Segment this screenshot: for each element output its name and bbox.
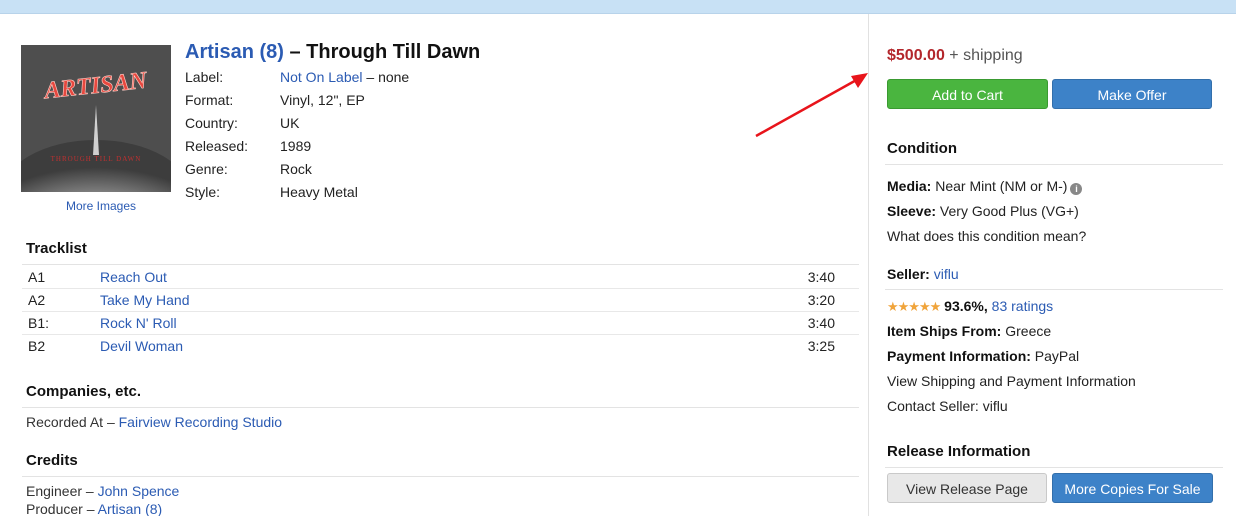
rating-stars-icon: ★★★★★ xyxy=(887,299,941,314)
track-title-link[interactable]: Rock N' Roll xyxy=(100,312,177,334)
album-cover-image[interactable]: ARTISAN THROUGH TILL DAWN xyxy=(21,45,171,192)
track-title-link[interactable]: Reach Out xyxy=(100,266,167,288)
profile-key: Label: xyxy=(185,69,224,85)
seller-label: Seller: xyxy=(887,266,930,282)
track-row: B1: Rock N' Roll 3:40 xyxy=(22,312,859,335)
track-row: B2 Devil Woman 3:25 xyxy=(22,335,859,358)
view-release-page-button[interactable]: View Release Page xyxy=(887,473,1047,503)
label-catno: – none xyxy=(362,69,410,85)
sleeve-condition: Sleeve: Very Good Plus (VG+) xyxy=(887,203,1079,219)
artist-link[interactable]: Artisan (8) xyxy=(185,41,284,63)
profile-key: Country: xyxy=(185,115,238,131)
track-position: B1: xyxy=(28,315,50,331)
add-to-cart-button[interactable]: Add to Cart xyxy=(887,79,1048,109)
profile-value: Rock xyxy=(280,161,312,177)
company-link[interactable]: Fairview Recording Studio xyxy=(119,414,282,430)
item-price: $500.00 xyxy=(887,47,945,64)
payment-label: Payment Information: xyxy=(887,348,1031,364)
track-title-link[interactable]: Devil Woman xyxy=(100,335,183,357)
media-label: Media: xyxy=(887,178,932,194)
release-main: ARTISAN THROUGH TILL DAWN More Images Ar… xyxy=(0,14,868,516)
profile-value: Not On Label – none xyxy=(280,68,409,86)
info-icon[interactable]: i xyxy=(1070,183,1083,195)
profile-key: Genre: xyxy=(185,161,228,177)
track-position: A1 xyxy=(28,269,46,285)
shipping-note: + shipping xyxy=(944,47,1023,64)
credit-item: Engineer – John Spence xyxy=(26,483,179,499)
credit-name-link[interactable]: Artisan (8) xyxy=(98,501,163,516)
track-duration: 3:20 xyxy=(807,292,835,308)
track-duration: 3:25 xyxy=(807,338,835,354)
release-info-heading: Release Information xyxy=(887,443,1031,460)
companies-heading: Companies, etc. xyxy=(26,383,142,400)
title-separator: – xyxy=(283,41,307,63)
credit-role: Engineer – xyxy=(26,483,98,499)
release-name: Through Till Dawn xyxy=(306,41,481,63)
top-bar xyxy=(0,0,1236,14)
seller-line: Seller: viflu xyxy=(887,266,959,282)
company-role: Recorded At – xyxy=(26,414,119,430)
track-duration: 3:40 xyxy=(807,315,835,331)
credit-name-link[interactable]: John Spence xyxy=(98,483,180,499)
divider xyxy=(885,164,1223,165)
ratings-count-link[interactable]: 83 ratings xyxy=(992,298,1053,314)
divider xyxy=(885,289,1223,290)
release-title: Artisan (8) – Through Till Dawn xyxy=(185,41,480,64)
profile-value: Heavy Metal xyxy=(280,184,358,200)
marketplace-sidebar: $500.00 + shipping Add to Cart Make Offe… xyxy=(868,14,1236,516)
profile-value: 1989 xyxy=(280,138,312,154)
track-title-link[interactable]: Take My Hand xyxy=(100,289,189,311)
track-position: B2 xyxy=(28,338,46,354)
more-images-link[interactable]: More Images xyxy=(21,199,181,213)
make-offer-button[interactable]: Make Offer xyxy=(1052,79,1212,109)
divider xyxy=(885,467,1223,468)
cover-caption-text: THROUGH TILL DAWN xyxy=(51,155,142,163)
condition-help-link[interactable]: What does this condition mean? xyxy=(887,228,1086,244)
company-credit: Recorded At – Fairview Recording Studio xyxy=(26,414,282,430)
media-value: Near Mint (NM or M-) xyxy=(931,178,1068,194)
divider xyxy=(22,407,859,408)
credit-item: Producer – Artisan (8) xyxy=(26,501,162,516)
track-row: A1 Reach Out 3:40 xyxy=(22,266,859,289)
media-condition: Media: Near Mint (NM or M-) i xyxy=(887,178,1083,195)
ships-from-value: Greece xyxy=(1001,323,1052,339)
sleeve-label: Sleeve: xyxy=(887,203,937,219)
annotation-arrow xyxy=(755,73,868,138)
profile-key: Style: xyxy=(185,184,221,200)
profile-value: Vinyl, 12", EP xyxy=(280,92,365,108)
payment-info: Payment Information: PayPal xyxy=(887,348,1079,364)
profile-key: Format: xyxy=(185,92,234,108)
track-row: A2 Take My Hand 3:20 xyxy=(22,289,859,312)
divider xyxy=(22,476,859,477)
more-copies-button[interactable]: More Copies For Sale xyxy=(1052,473,1213,503)
profile-key: Released: xyxy=(185,138,249,154)
tracklist-heading: Tracklist xyxy=(26,240,87,257)
ships-from-label: Item Ships From: xyxy=(887,323,1002,339)
track-duration: 3:40 xyxy=(807,269,835,285)
track-position: A2 xyxy=(28,292,46,308)
sleeve-value: Very Good Plus (VG+) xyxy=(936,203,1079,219)
price-line: $500.00 + shipping xyxy=(887,47,1023,65)
cover-art: ARTISAN THROUGH TILL DAWN xyxy=(21,45,171,192)
credits-heading: Credits xyxy=(26,452,78,469)
profile-value: UK xyxy=(280,115,300,131)
divider xyxy=(22,264,859,265)
rating-percent: 93.6%, xyxy=(944,298,988,314)
ships-from: Item Ships From: Greece xyxy=(887,323,1051,339)
shipping-payment-link[interactable]: View Shipping and Payment Information xyxy=(887,373,1136,389)
seller-rating: ★★★★★ 93.6%, 83 ratings xyxy=(887,298,1053,315)
condition-heading: Condition xyxy=(887,140,957,157)
credit-role: Producer – xyxy=(26,501,98,516)
payment-value: PayPal xyxy=(1030,348,1080,364)
seller-link[interactable]: viflu xyxy=(934,266,959,282)
contact-seller-link[interactable]: Contact Seller: viflu xyxy=(887,398,1008,414)
tracklist-table: A1 Reach Out 3:40 A2 Take My Hand 3:20 B… xyxy=(22,266,859,358)
label-link[interactable]: Not On Label xyxy=(280,69,363,85)
